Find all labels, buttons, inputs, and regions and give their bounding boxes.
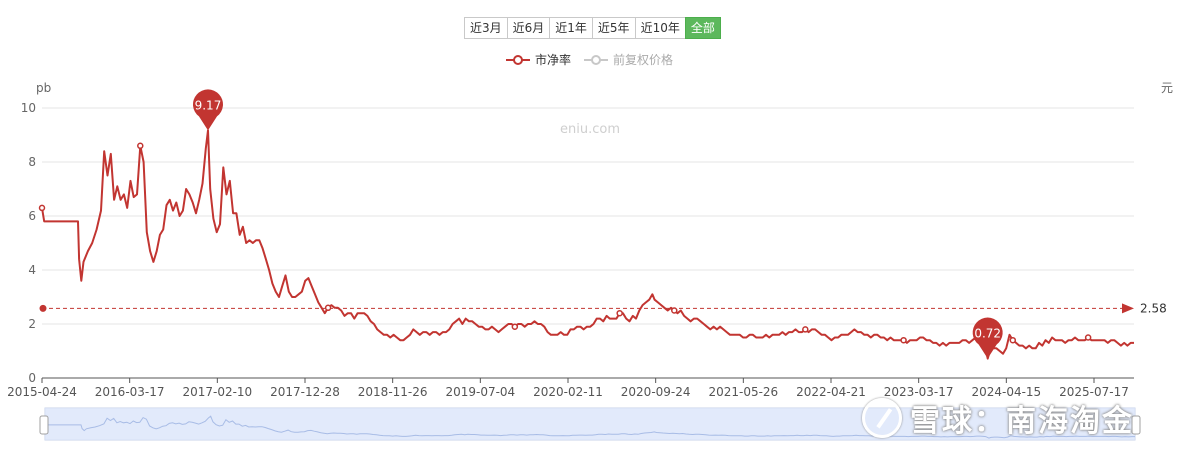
max-pin-marker-label: 9.17 xyxy=(195,98,222,112)
xueqiu-logo-icon xyxy=(862,398,902,438)
y-tick-label: 2 xyxy=(28,317,36,331)
y-axis-title: pb xyxy=(36,81,51,95)
watermark-eniu: eniu.com xyxy=(560,122,620,137)
x-tick-label: 2021-05-26 xyxy=(708,385,778,399)
y-tick-label: 0 xyxy=(28,371,36,385)
x-tick-label: 2017-02-10 xyxy=(182,385,252,399)
data-point xyxy=(900,336,907,344)
brand-watermark: 雪球：南海淘金 xyxy=(862,396,1134,440)
reference-value-label: 2.58 xyxy=(1140,301,1167,315)
y-tick-label: 4 xyxy=(28,263,36,277)
legend-price-marker xyxy=(591,55,601,65)
y2-axis-title: 元 xyxy=(1161,81,1173,95)
legend-price-label: 前复权价格 xyxy=(613,52,673,67)
data-point xyxy=(1084,334,1092,341)
reference-start-dot xyxy=(39,304,47,312)
pb-chart: 市净率 前复权价格 pb 元 eniu.com 0 2 4 6 8 10 2015-04-… xyxy=(7,52,1173,441)
brand-watermark-text: 雪球：南海淘金 xyxy=(910,404,1134,439)
reference-arrow-icon xyxy=(1122,303,1134,314)
x-tick-label: 2017-12-28 xyxy=(270,385,340,399)
legend-pb-marker xyxy=(513,55,523,65)
legend: 市净率 前复权价格 xyxy=(506,52,673,67)
reference-line: 2.58 xyxy=(39,301,1167,315)
data-point xyxy=(671,307,678,314)
x-tick-label: 2020-09-24 xyxy=(621,385,691,399)
x-tick-label: 2018-11-26 xyxy=(358,385,428,399)
x-tick-label: 2022-04-21 xyxy=(796,385,866,399)
max-pin-marker: 9.17 xyxy=(192,89,223,131)
data-point xyxy=(511,323,519,330)
slider-left-handle[interactable] xyxy=(39,415,49,435)
y-tick-label: 6 xyxy=(28,209,36,223)
legend-item-price[interactable]: 前复权价格 xyxy=(584,52,673,67)
y-tick-label: 10 xyxy=(21,101,36,115)
min-pin-marker: 0.72 xyxy=(972,317,1003,359)
min-pin-marker-label: 0.72 xyxy=(974,327,1001,341)
x-tick-label: 2019-07-04 xyxy=(445,385,515,399)
x-tick-label: 2016-03-17 xyxy=(95,385,165,399)
data-point xyxy=(137,142,144,150)
data-point xyxy=(38,204,46,212)
legend-item-pb[interactable]: 市净率 xyxy=(506,52,571,67)
data-point xyxy=(324,304,332,312)
y-axis-ticks: 0 2 4 6 8 10 xyxy=(21,101,36,385)
data-point xyxy=(616,309,623,317)
data-point xyxy=(802,326,809,333)
x-tick-label: 2020-02-11 xyxy=(533,385,603,399)
x-tick-label: 2015-04-24 xyxy=(7,385,77,399)
data-point xyxy=(1009,336,1017,344)
y-tick-label: 8 xyxy=(28,155,36,169)
legend-pb-label: 市净率 xyxy=(535,52,571,67)
